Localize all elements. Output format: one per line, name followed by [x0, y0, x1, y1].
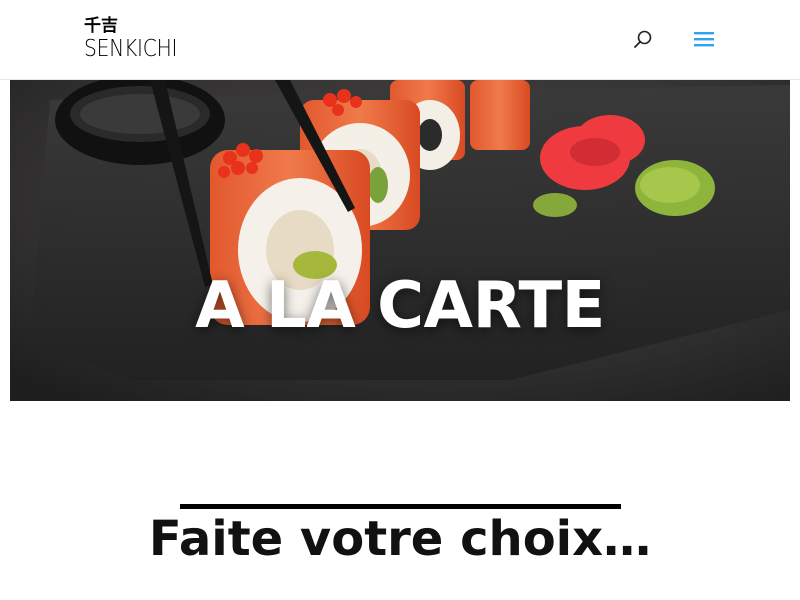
site-header: 千吉 SENKICHI: [0, 0, 800, 80]
hero-banner: A LA CARTE: [10, 80, 790, 401]
logo-kanji: 千吉: [84, 16, 118, 36]
search-icon: [634, 30, 652, 48]
section-title: Faite votre choix…: [148, 511, 652, 567]
search-button[interactable]: [632, 28, 654, 50]
menu-button[interactable]: [692, 28, 716, 50]
hamburger-menu-icon: [694, 32, 714, 47]
logo-name: SENKICHI: [84, 36, 178, 62]
hero-title: A LA CARTE: [195, 269, 605, 343]
site-logo[interactable]: 千吉 SENKICHI: [84, 16, 179, 64]
hero-sushi-image: [10, 80, 790, 401]
